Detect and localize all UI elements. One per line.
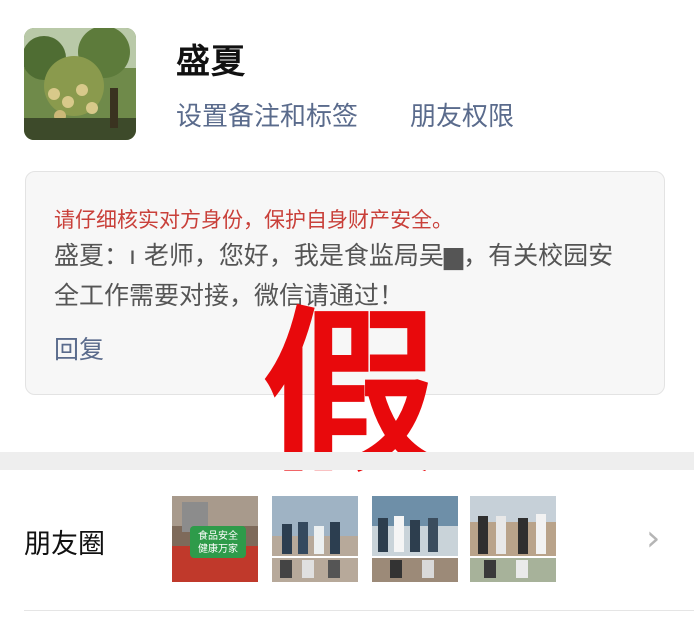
security-warning: 请仔细核实对方身份，保护自身财产安全。 — [54, 208, 453, 232]
moments-thumbnail: 食品安全 健康万家 — [172, 496, 258, 582]
section-divider — [0, 452, 694, 470]
set-remark-link[interactable]: 设置备注和标签 — [176, 96, 358, 133]
reply-link[interactable]: 回复 — [54, 330, 104, 366]
moments-thumbnail — [470, 496, 556, 582]
moments-thumbnail — [272, 496, 358, 582]
chevron-right-icon: › — [646, 518, 661, 559]
profile-header: 盛夏 设置备注和标签 朋友权限 — [0, 0, 694, 160]
moments-label: 朋友圈 — [24, 529, 105, 560]
bottom-separator — [24, 610, 694, 611]
sign-line-1: 食品安全 — [198, 529, 238, 542]
moments-row[interactable]: 朋友圈 食品安全 健康万家 › — [0, 470, 694, 610]
moments-thumbnail — [372, 496, 458, 582]
sign-line-2: 健康万家 — [198, 542, 238, 555]
friend-permission-link[interactable]: 朋友权限 — [410, 96, 514, 133]
profile-avatar[interactable] — [24, 28, 136, 140]
profile-name: 盛夏 — [176, 42, 246, 82]
